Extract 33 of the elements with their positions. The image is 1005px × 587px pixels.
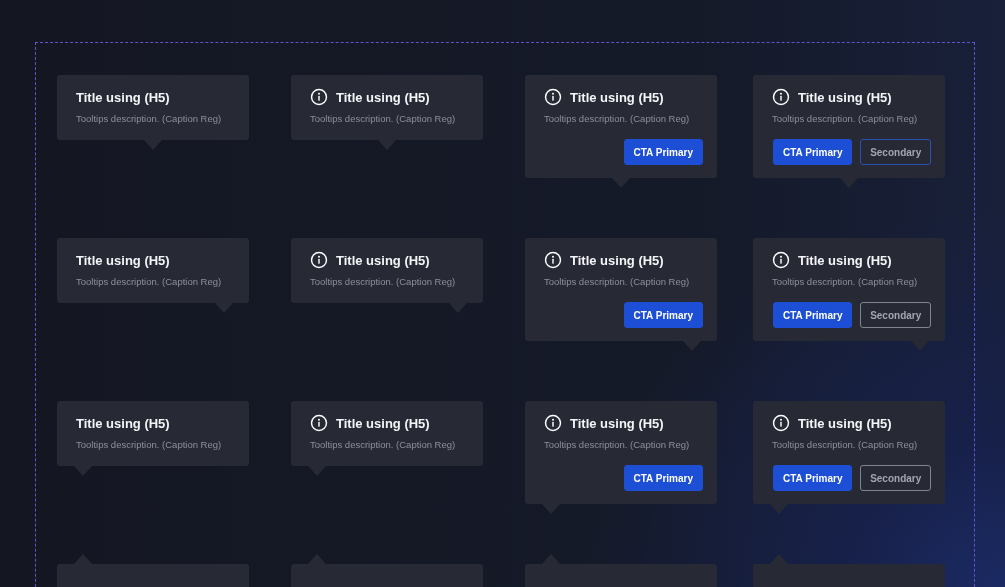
secondary-button[interactable]: Secondary [860,139,931,165]
tooltip-title: Title using (H5) [570,252,664,268]
tooltip-title: Title using (H5) [570,89,664,105]
tooltip-description: Tooltips description. (Caption Reg) [76,276,223,287]
tooltip-description: Tooltips description. (Caption Reg) [310,439,457,450]
tooltip-title: Title using (H5) [336,252,430,268]
tooltip-title: Title using (H5) [336,415,430,431]
secondary-button[interactable]: Secondary [860,465,931,491]
tooltip-title: Title using (H5) [798,89,892,105]
tooltip-description: Tooltips description. (Caption Reg) [772,113,919,124]
secondary-button[interactable]: Secondary [860,302,931,328]
primary-button[interactable]: CTA Primary [773,302,853,328]
tooltip-title: Title using (H5) [76,89,170,105]
tooltip-description: Tooltips description. (Caption Reg) [772,276,919,287]
primary-button[interactable]: CTA Primary [623,465,703,491]
tooltip-description: Tooltips description. (Caption Reg) [310,113,457,124]
tooltip-title: Title using (H5) [76,415,170,431]
tooltip-description: Tooltips description. (Caption Reg) [310,276,457,287]
primary-button[interactable]: CTA Primary [773,465,853,491]
primary-button[interactable]: CTA Primary [623,139,703,165]
tooltip-description: Tooltips description. (Caption Reg) [544,113,691,124]
tooltip-title: Title using (H5) [336,89,430,105]
tooltip-title: Title using (H5) [798,252,892,268]
tooltip-description: Tooltips description. (Caption Reg) [772,439,919,450]
tooltip-title: Title using (H5) [76,252,170,268]
primary-button[interactable]: CTA Primary [623,302,703,328]
primary-button[interactable]: CTA Primary [773,139,853,165]
tooltip-description: Tooltips description. (Caption Reg) [76,113,223,124]
tooltip-description: Tooltips description. (Caption Reg) [544,439,691,450]
tooltip-description: Tooltips description. (Caption Reg) [76,439,223,450]
tooltip-title: Title using (H5) [570,415,664,431]
tooltip-description: Tooltips description. (Caption Reg) [544,276,691,287]
tooltip-title: Title using (H5) [798,415,892,431]
